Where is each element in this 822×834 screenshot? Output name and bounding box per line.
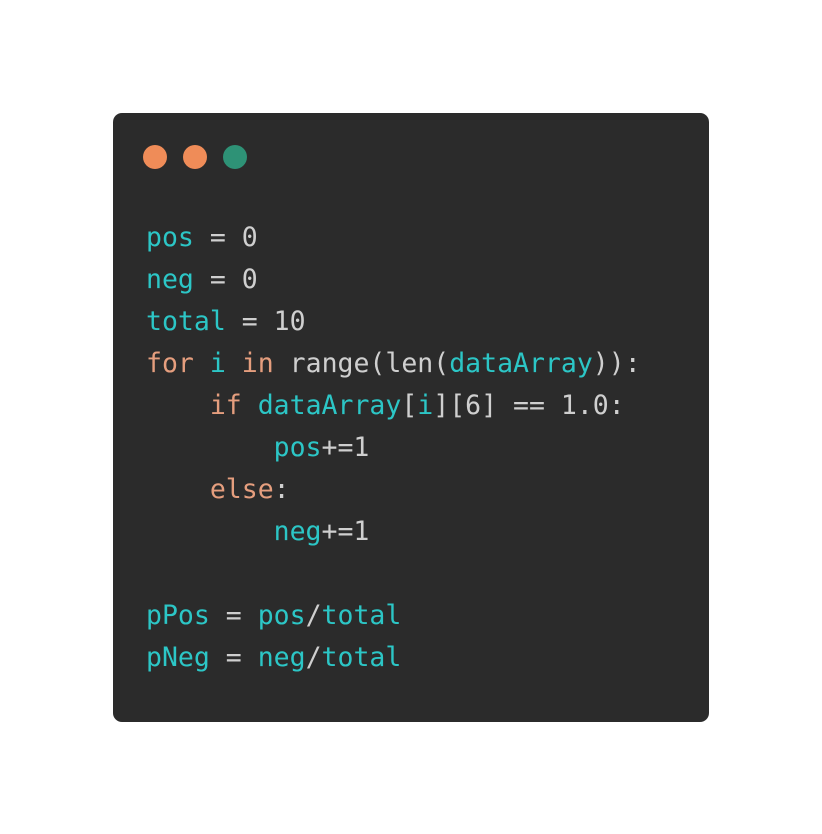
code-line: neg = 0 bbox=[146, 259, 641, 301]
code-block: pos = 0 neg = 0 total = 10 for i in range(l… bbox=[146, 217, 641, 679]
code-token: for bbox=[146, 348, 194, 379]
code-token: )): bbox=[592, 348, 641, 379]
code-line: for i in range(len(dataArray)): bbox=[146, 343, 641, 385]
code-token: pos bbox=[257, 600, 306, 631]
code-token: neg bbox=[146, 264, 194, 295]
code-token: if bbox=[209, 390, 242, 421]
code-token: neg bbox=[273, 516, 322, 547]
code-token: +=1 bbox=[321, 516, 370, 547]
code-token: / bbox=[305, 600, 322, 631]
code-line: total = 10 bbox=[146, 301, 641, 343]
close-dot[interactable] bbox=[143, 145, 167, 169]
code-token: total bbox=[321, 642, 402, 673]
code-line: if dataArray[i][6] == 1.0: bbox=[146, 385, 641, 427]
code-token: = 0 bbox=[193, 264, 258, 295]
code-token: = 10 bbox=[225, 306, 306, 337]
code-token: = bbox=[209, 642, 258, 673]
code-line: pNeg = neg/total bbox=[146, 637, 641, 679]
code-window: pos = 0 neg = 0 total = 10 for i in range(l… bbox=[113, 113, 709, 722]
code-line: pos+=1 bbox=[146, 427, 641, 469]
code-token: [ bbox=[401, 390, 418, 421]
code-token: i bbox=[417, 390, 434, 421]
code-token: pos bbox=[146, 222, 194, 253]
zoom-dot[interactable] bbox=[223, 145, 247, 169]
code-token: in bbox=[241, 348, 274, 379]
code-token: total bbox=[321, 600, 402, 631]
code-token: = bbox=[209, 600, 258, 631]
code-token: dataArray bbox=[449, 348, 593, 379]
window-controls bbox=[143, 145, 247, 169]
code-token: range(len( bbox=[273, 348, 450, 379]
code-token: total bbox=[146, 306, 226, 337]
code-token: / bbox=[305, 642, 322, 673]
code-token: ][6] == 1.0: bbox=[433, 390, 625, 421]
code-token: neg bbox=[257, 642, 306, 673]
code-token: pPos bbox=[146, 600, 210, 631]
code-token: pos bbox=[273, 432, 322, 463]
code-line: neg+=1 bbox=[146, 511, 641, 553]
code-token: : bbox=[273, 474, 290, 505]
code-line: pPos = pos/total bbox=[146, 595, 641, 637]
minimize-dot[interactable] bbox=[183, 145, 207, 169]
code-token: = 0 bbox=[193, 222, 258, 253]
code-line: pos = 0 bbox=[146, 217, 641, 259]
code-token: else bbox=[209, 474, 274, 505]
code-line: else: bbox=[146, 469, 641, 511]
code-token: +=1 bbox=[321, 432, 370, 463]
code-token: pNeg bbox=[146, 642, 210, 673]
code-token: dataArray bbox=[257, 390, 402, 421]
code-token: i bbox=[209, 348, 226, 379]
